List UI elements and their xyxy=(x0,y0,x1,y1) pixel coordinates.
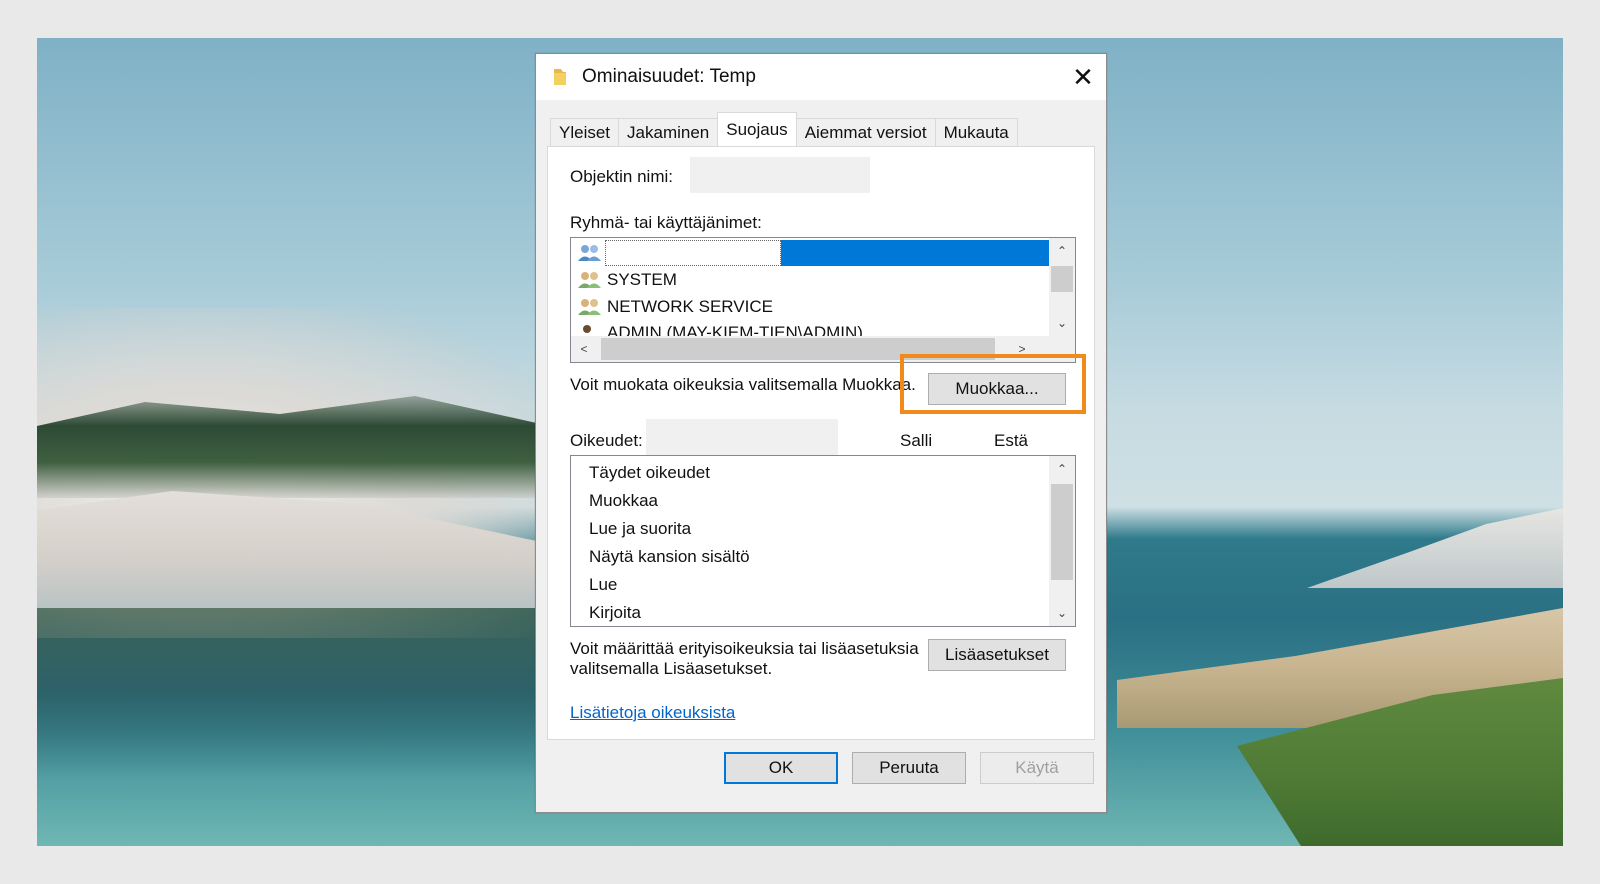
scroll-left-arrow[interactable]: < xyxy=(571,336,597,362)
scroll-up-arrow[interactable]: ⌃ xyxy=(1049,238,1075,264)
cancel-button[interactable]: Peruuta xyxy=(852,752,966,784)
scroll-up-arrow[interactable]: ⌃ xyxy=(1049,456,1075,482)
scroll-thumb[interactable] xyxy=(1051,484,1073,580)
advanced-button[interactable]: Lisäasetukset xyxy=(928,639,1066,671)
object-name-redacted xyxy=(690,157,870,193)
tab-general[interactable]: Yleiset xyxy=(550,118,620,146)
group-icon xyxy=(578,272,601,288)
tab-bar: Yleiset Jakaminen Suojaus Aiemmat versio… xyxy=(550,112,1018,146)
highlight-annotation xyxy=(900,354,1086,414)
permissions-for-redacted xyxy=(646,419,838,455)
user-name: NETWORK SERVICE xyxy=(607,297,773,316)
dialog-title: Ominaisuudet: Temp xyxy=(582,66,756,87)
scroll-down-arrow[interactable]: ⌄ xyxy=(1049,600,1075,626)
advanced-hint-line1: Voit määrittää erityisoikeuksia tai lisä… xyxy=(570,639,919,658)
folder-icon xyxy=(554,69,566,85)
allow-column-header: Salli xyxy=(900,431,933,450)
group-icon xyxy=(578,245,601,261)
learn-more-link[interactable]: Lisätietoja oikeuksista xyxy=(570,703,735,723)
properties-dialog: Ominaisuudet: Temp ✕ Yleiset Jakaminen S… xyxy=(535,53,1107,813)
permissions-listbox[interactable]: Täydet oikeudet Muokkaa Lue ja suorita N… xyxy=(570,455,1076,627)
groups-label: Ryhmä- tai käyttäjänimet: xyxy=(570,213,762,232)
scroll-down-arrow[interactable]: ⌄ xyxy=(1049,310,1075,336)
close-icon: ✕ xyxy=(1072,61,1094,92)
permission-item: Kirjoita xyxy=(589,603,641,622)
deny-column-header: Estä xyxy=(994,431,1029,450)
permissions-vertical-scrollbar[interactable]: ⌃ ⌄ xyxy=(1049,456,1075,626)
permission-item: Näytä kansion sisältö xyxy=(589,547,750,566)
advanced-hint-line2: valitsemalla Lisäasetukset. xyxy=(570,659,773,678)
users-vertical-scrollbar[interactable]: ⌃ ⌄ xyxy=(1049,238,1075,338)
title-bar[interactable]: Ominaisuudet: Temp ✕ xyxy=(536,54,1106,100)
redacted-user-name xyxy=(605,240,781,266)
users-listbox[interactable]: SYSTEM NETWORK SERVICE ADMIN (MAY-KIEM-T… xyxy=(570,237,1076,363)
list-item[interactable]: SYSTEM xyxy=(577,267,677,293)
ok-button[interactable]: OK xyxy=(724,752,838,784)
permission-item: Lue ja suorita xyxy=(589,519,692,538)
wallpaper-reflection xyxy=(37,608,577,778)
list-item[interactable]: NETWORK SERVICE xyxy=(577,294,773,320)
tab-customize[interactable]: Mukauta xyxy=(934,118,1018,146)
scroll-thumb[interactable] xyxy=(1051,266,1073,292)
group-icon xyxy=(578,299,601,315)
user-name: SYSTEM xyxy=(607,270,677,289)
object-name-label: Objektin nimi: xyxy=(570,167,673,186)
security-panel: Objektin nimi: Ryhmä- tai käyttäjänimet:… xyxy=(547,146,1095,740)
tab-previous-versions[interactable]: Aiemmat versiot xyxy=(795,118,936,146)
permission-item: Lue xyxy=(589,575,618,594)
tab-security[interactable]: Suojaus xyxy=(717,112,797,146)
edit-hint: Voit muokata oikeuksia valitsemalla Muok… xyxy=(570,375,916,394)
tab-sharing[interactable]: Jakaminen xyxy=(618,118,719,146)
list-item[interactable] xyxy=(577,240,607,266)
apply-button[interactable]: Käytä xyxy=(980,752,1094,784)
permission-item: Muokkaa xyxy=(589,491,658,510)
permission-item: Täydet oikeudet xyxy=(589,463,710,482)
permissions-label: Oikeudet: xyxy=(570,431,643,450)
close-button[interactable]: ✕ xyxy=(1060,54,1106,100)
wallpaper-hills xyxy=(1307,508,1563,588)
